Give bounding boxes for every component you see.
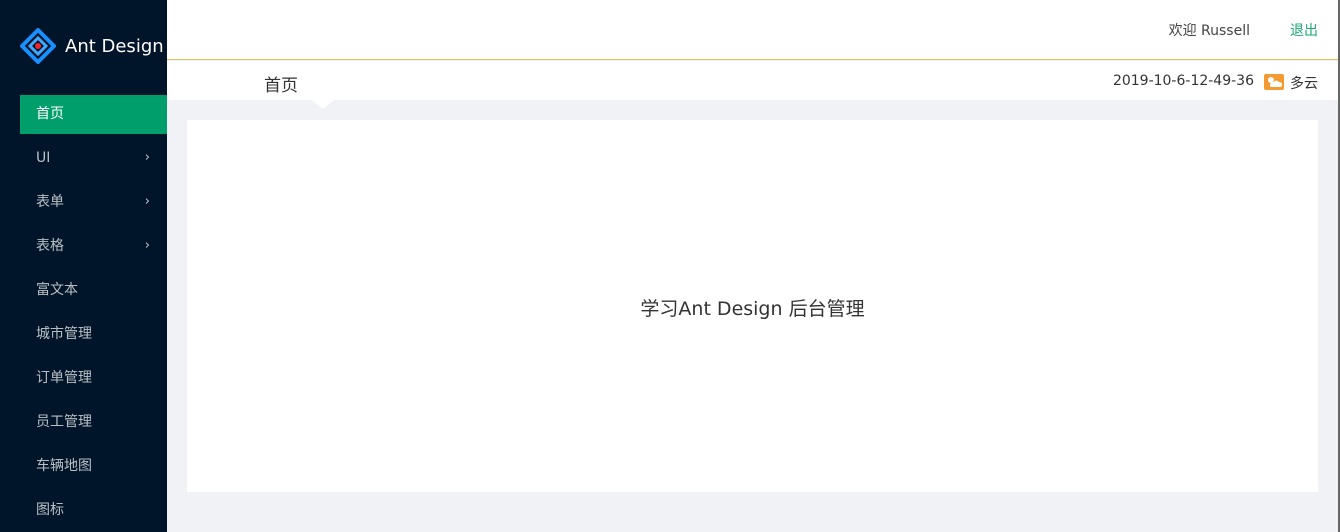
sidebar-item-home[interactable]: 首页 bbox=[20, 95, 167, 134]
sidebar-item-rich-text[interactable]: 富文本 bbox=[0, 270, 167, 310]
chevron-right-icon: › bbox=[144, 150, 150, 165]
datetime-text: 2019-10-6-12-49-36 bbox=[1112, 73, 1254, 89]
sidebar-item-table[interactable]: 表格 › bbox=[0, 226, 167, 266]
sidebar-item-label: 富文本 bbox=[36, 282, 78, 298]
sidebar-item-form[interactable]: 表单 › bbox=[0, 182, 167, 222]
chevron-right-icon: › bbox=[144, 194, 150, 209]
main-content: 学习Ant Design 后台管理 bbox=[187, 120, 1318, 492]
sidebar-item-label: 表单 bbox=[36, 194, 64, 210]
weather-text: 多云 bbox=[1290, 76, 1318, 92]
sidebar-item-order[interactable]: 订单管理 bbox=[0, 358, 167, 398]
top-header: 欢迎 Russell 退出 bbox=[167, 0, 1340, 60]
ant-design-logo-icon bbox=[20, 28, 56, 64]
welcome-text: 欢迎 Russell bbox=[1168, 23, 1250, 39]
sidebar: Ant Design 首页 UI › 表单 › 表格 › 富文本 城市管理 订单… bbox=[0, 0, 167, 532]
sidebar-item-label: 首页 bbox=[36, 106, 64, 122]
sidebar-item-label: 员工管理 bbox=[36, 414, 92, 430]
sidebar-item-charts[interactable]: 图标 bbox=[0, 490, 167, 530]
breadcrumb-pointer bbox=[312, 100, 334, 109]
page-title: 首页 bbox=[264, 76, 298, 96]
sidebar-item-label: 图标 bbox=[36, 502, 64, 518]
sidebar-item-label: 车辆地图 bbox=[36, 458, 92, 474]
sidebar-item-label: 订单管理 bbox=[36, 370, 92, 386]
weather-cloudy-icon bbox=[1264, 74, 1284, 90]
welcome-message: 学习Ant Design 后台管理 bbox=[640, 298, 865, 320]
sidebar-item-label: UI bbox=[36, 150, 51, 166]
chevron-right-icon: › bbox=[144, 238, 150, 253]
sidebar-item-label: 城市管理 bbox=[36, 326, 92, 342]
breadcrumb: 首页 2019-10-6-12-49-36 多云 bbox=[167, 61, 1340, 100]
logo-text: Ant Design bbox=[65, 35, 164, 57]
logout-link[interactable]: 退出 bbox=[1290, 20, 1318, 40]
sidebar-item-vehicle-map[interactable]: 车辆地图 bbox=[0, 446, 167, 486]
sidebar-menu: 首页 UI › 表单 › 表格 › 富文本 城市管理 订单管理 员工管理 车辆地… bbox=[0, 95, 167, 532]
sidebar-item-ui[interactable]: UI › bbox=[0, 138, 167, 178]
sidebar-item-city[interactable]: 城市管理 bbox=[0, 314, 167, 354]
logo[interactable]: Ant Design bbox=[20, 27, 164, 65]
sidebar-item-staff[interactable]: 员工管理 bbox=[0, 402, 167, 442]
sidebar-item-label: 表格 bbox=[36, 238, 64, 254]
